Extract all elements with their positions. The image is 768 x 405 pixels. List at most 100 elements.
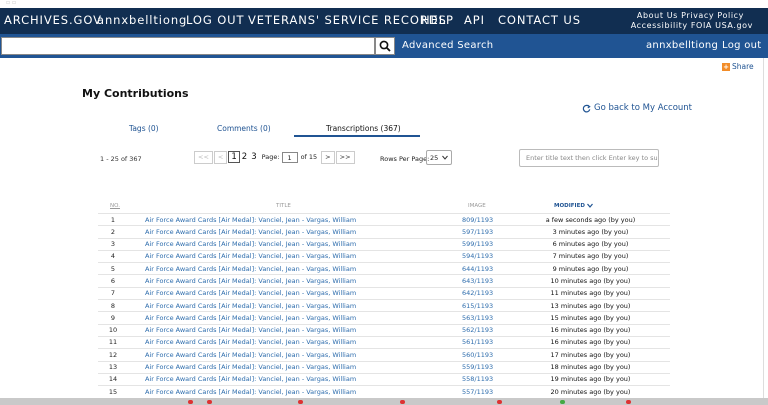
- column-header-title[interactable]: TITLE: [276, 203, 291, 209]
- row-title-link[interactable]: Air Force Award Cards [Air Medal]: Vanci…: [145, 265, 356, 273]
- table-row: 12 Air Force Award Cards [Air Medal]: Van…: [98, 348, 670, 360]
- row-title-link[interactable]: Air Force Award Cards [Air Medal]: Vanci…: [145, 351, 356, 359]
- row-image-link[interactable]: 597/1193: [462, 228, 493, 236]
- search-input[interactable]: [1, 37, 375, 55]
- row-number: 13: [108, 363, 118, 372]
- tab-transcriptions[interactable]: Transcriptions (367): [326, 124, 401, 133]
- row-modified: 15 minutes ago (by you): [550, 313, 631, 322]
- row-image-link[interactable]: 557/1193: [462, 388, 493, 396]
- page-number-input[interactable]: 1: [281, 151, 298, 163]
- nav-help[interactable]: HELP: [421, 13, 454, 27]
- row-title-link[interactable]: Air Force Award Cards [Air Medal]: Vanci…: [145, 216, 356, 224]
- searchbar-username[interactable]: annxbelltiong: [646, 40, 718, 51]
- row-title-link[interactable]: Air Force Award Cards [Air Medal]: Vanci…: [145, 228, 356, 236]
- last-page-button[interactable]: >>: [335, 150, 355, 164]
- row-modified: 20 minutes ago (by you): [550, 387, 631, 396]
- taskbar-icon[interactable]: [497, 400, 502, 404]
- column-header-modified[interactable]: MODIFIED: [554, 203, 593, 209]
- rows-per-page-value: 25: [430, 153, 439, 162]
- utility-links-row2[interactable]: Accessibility FOIA USA.gov: [631, 21, 753, 30]
- page-link-3[interactable]: 3: [249, 152, 258, 162]
- row-modified: 16 minutes ago (by you): [550, 338, 631, 347]
- row-title-link[interactable]: Air Force Award Cards [Air Medal]: Vanci…: [145, 277, 356, 285]
- row-image-link[interactable]: 644/1193: [462, 265, 493, 273]
- prev-page-button[interactable]: <: [213, 150, 228, 164]
- row-title-link[interactable]: Air Force Award Cards [Air Medal]: Vanci…: [145, 240, 356, 248]
- taskbar-icon[interactable]: [298, 400, 303, 404]
- row-number: 9: [110, 313, 116, 322]
- transcriptions-table: 1 Air Force Award Cards [Air Medal]: Vanc…: [98, 213, 670, 397]
- sort-desc-icon: [586, 203, 593, 208]
- nav-username[interactable]: annxbelltiong: [97, 13, 187, 27]
- row-image-link[interactable]: 563/1193: [462, 314, 493, 322]
- first-page-button[interactable]: <<: [194, 150, 213, 164]
- column-header-image[interactable]: IMAGE: [468, 203, 486, 209]
- tab-tags[interactable]: Tags (0): [129, 124, 159, 133]
- table-row: 4 Air Force Award Cards [Air Medal]: Vanc…: [98, 249, 670, 262]
- nav-logout[interactable]: LOG OUT: [186, 13, 244, 27]
- title-filter-input[interactable]: Enter title text then click Enter key to…: [519, 149, 659, 167]
- rows-per-page-select[interactable]: 25: [426, 150, 452, 165]
- row-title-link[interactable]: Air Force Award Cards [Air Medal]: Vanci…: [145, 388, 356, 396]
- row-modified: 16 minutes ago (by you): [550, 326, 631, 335]
- table-header: NO. TITLE IMAGE MODIFIED: [98, 201, 670, 213]
- advanced-search-link[interactable]: Advanced Search: [402, 40, 493, 51]
- table-row: 14 Air Force Award Cards [Air Medal]: Van…: [98, 372, 670, 385]
- row-image-link[interactable]: 560/1193: [462, 351, 493, 359]
- go-back-link[interactable]: Go back to My Account: [582, 103, 692, 113]
- taskbar-icon[interactable]: [188, 400, 193, 404]
- table-row: 15 Air Force Award Cards [Air Medal]: Van…: [98, 385, 670, 397]
- search-bar: Advanced Search annxbelltiong Log out: [0, 34, 768, 58]
- row-title-link[interactable]: Air Force Award Cards [Air Medal]: Vanci…: [145, 314, 356, 322]
- row-image-link[interactable]: 562/1193: [462, 326, 493, 334]
- row-modified: 17 minutes ago (by you): [550, 350, 631, 359]
- search-button[interactable]: [375, 37, 395, 55]
- nav-veterans-records[interactable]: VETERANS' SERVICE RECORDS: [248, 13, 447, 27]
- taskbar: [0, 398, 768, 405]
- row-title-link[interactable]: Air Force Award Cards [Air Medal]: Vanci…: [145, 363, 356, 371]
- pagination: << < 1 2 3 Page: 1 of 15 > >>: [194, 150, 356, 164]
- taskbar-icon[interactable]: [560, 400, 565, 404]
- nav-archives-gov[interactable]: ARCHIVES.GOV: [4, 13, 102, 27]
- row-image-link[interactable]: 561/1193: [462, 338, 493, 346]
- row-title-link[interactable]: Air Force Award Cards [Air Medal]: Vanci…: [145, 289, 356, 297]
- utility-links-row1[interactable]: About Us Privacy Policy: [637, 11, 744, 20]
- nav-api[interactable]: API: [464, 13, 485, 27]
- row-image-link[interactable]: 615/1193: [462, 302, 493, 310]
- next-page-button[interactable]: >: [321, 150, 335, 164]
- searchbar-logout[interactable]: Log out: [722, 40, 762, 51]
- row-modified: 6 minutes ago (by you): [552, 240, 629, 249]
- row-image-link[interactable]: 642/1193: [462, 289, 493, 297]
- row-title-link[interactable]: Air Force Award Cards [Air Medal]: Vanci…: [145, 302, 356, 310]
- table-row: 7 Air Force Award Cards [Air Medal]: Vanc…: [98, 286, 670, 299]
- share-label: Share: [732, 62, 754, 71]
- taskbar-icon[interactable]: [207, 400, 212, 404]
- row-image-link[interactable]: 558/1193: [462, 375, 493, 383]
- row-title-link[interactable]: Air Force Award Cards [Air Medal]: Vanci…: [145, 252, 356, 260]
- row-title-link[interactable]: Air Force Award Cards [Air Medal]: Vanci…: [145, 338, 356, 346]
- taskbar-icon[interactable]: [626, 400, 631, 404]
- row-number: 3: [110, 240, 116, 249]
- share-button[interactable]: + Share: [722, 62, 754, 71]
- row-image-link[interactable]: 643/1193: [462, 277, 493, 285]
- scrollbar-track[interactable]: [763, 58, 764, 400]
- page-link-2[interactable]: 2: [240, 152, 249, 162]
- row-image-link[interactable]: 559/1193: [462, 363, 493, 371]
- row-title-link[interactable]: Air Force Award Cards [Air Medal]: Vanci…: [145, 326, 356, 334]
- row-number: 1: [110, 215, 116, 224]
- column-header-no[interactable]: NO.: [110, 203, 120, 209]
- filter-placeholder: Enter title text then click Enter key to…: [526, 154, 659, 162]
- page-link-1[interactable]: 1: [228, 151, 240, 163]
- row-image-link[interactable]: 599/1193: [462, 240, 493, 248]
- taskbar-icon[interactable]: [400, 400, 405, 404]
- row-number: 10: [108, 326, 118, 335]
- nav-contact-us[interactable]: CONTACT US: [498, 13, 581, 27]
- row-title-link[interactable]: Air Force Award Cards [Air Medal]: Vanci…: [145, 375, 356, 383]
- table-row: 8 Air Force Award Cards [Air Medal]: Vanc…: [98, 299, 670, 311]
- row-image-link[interactable]: 809/1193: [462, 216, 493, 224]
- table-row: 1 Air Force Award Cards [Air Medal]: Vanc…: [98, 213, 670, 225]
- row-modified: a few seconds ago (by you): [545, 215, 636, 224]
- tab-comments[interactable]: Comments (0): [217, 124, 271, 133]
- row-modified: 10 minutes ago (by you): [550, 276, 631, 285]
- row-image-link[interactable]: 594/1193: [462, 252, 493, 260]
